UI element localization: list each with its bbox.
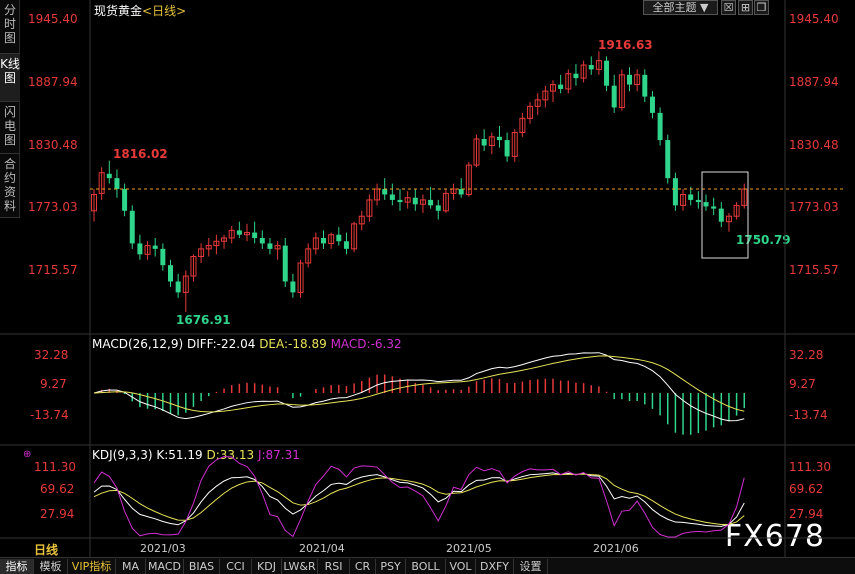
kline-chart[interactable] [0, 0, 855, 557]
candle-body [665, 140, 671, 179]
candle-body [672, 178, 678, 206]
candle-body [642, 74, 648, 97]
candle-body [657, 112, 663, 141]
candle-body [160, 248, 166, 266]
tab-4[interactable]: MACD [146, 559, 184, 574]
tab-1[interactable]: 模板 [34, 559, 68, 574]
candle-body [106, 173, 112, 179]
candle-body [435, 205, 441, 211]
candle-body [397, 199, 403, 203]
candle-body [152, 245, 158, 249]
candle-body [588, 65, 594, 70]
tab-8[interactable]: LW&R [282, 559, 318, 574]
tab-7[interactable]: KDJ [252, 559, 282, 574]
candle-body [122, 189, 128, 211]
tab-15[interactable]: 设置 [514, 559, 548, 574]
candle-body [504, 140, 510, 157]
candle-body [290, 281, 296, 293]
candle-body [114, 178, 120, 190]
candle-body [627, 74, 632, 85]
candle-body [718, 208, 724, 222]
candle-body [236, 230, 242, 235]
candle-body [649, 96, 655, 113]
candle-body [137, 243, 143, 255]
candle-body [458, 189, 464, 195]
tab-2[interactable]: VIP指标 [68, 559, 116, 574]
candle-body [611, 85, 617, 108]
candle-body [496, 136, 502, 141]
tab-14[interactable]: DXFY [476, 559, 514, 574]
candle-body [695, 199, 701, 203]
tab-0[interactable]: 指标 [0, 559, 34, 574]
candle-body [129, 210, 135, 244]
candle-body [558, 84, 564, 89]
tab-6[interactable]: CCI [220, 559, 252, 574]
tab-3[interactable]: MA [116, 559, 146, 574]
candle-body [343, 241, 349, 249]
candle-body [703, 202, 709, 207]
tab-9[interactable]: RSI [318, 559, 350, 574]
candle-body [382, 189, 388, 195]
candle-body [336, 234, 342, 242]
candle-body [573, 73, 579, 79]
candle-body [321, 237, 326, 244]
candle-body [175, 281, 181, 293]
candle-body [428, 199, 434, 206]
indicator-tab-bar: 指标 模板 VIP指标 MA MACD BIAS CCI KDJ LW&R RSI CR PSY BOL… [0, 557, 855, 574]
candle-body [252, 232, 258, 238]
macd-dea-line [93, 355, 745, 413]
candle-body [282, 245, 288, 282]
candle-body [412, 197, 418, 205]
candle-body [688, 194, 694, 200]
tab-5[interactable]: BIAS [184, 559, 220, 574]
kdj-j-line [93, 456, 745, 538]
tab-12[interactable]: BOLL [406, 559, 446, 574]
candle-body [711, 206, 717, 209]
tab-13[interactable]: VOL [446, 559, 476, 574]
candle-body [168, 265, 173, 282]
tab-10[interactable]: CR [350, 559, 376, 574]
candle-body [604, 60, 610, 86]
candle-body [259, 237, 265, 244]
candle-body [389, 194, 395, 200]
candle-body [267, 243, 273, 249]
candle-body [481, 139, 487, 146]
highlight-box [701, 171, 749, 259]
tab-11[interactable]: PSY [376, 559, 406, 574]
